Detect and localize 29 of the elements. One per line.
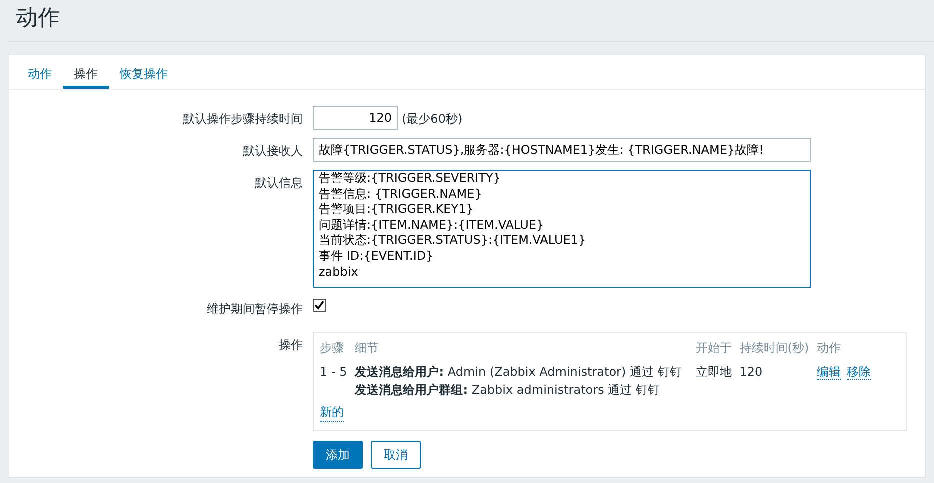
field-label: 默认操作步骤持续时间 (182, 111, 303, 128)
duration-input[interactable]: 120 (313, 106, 398, 130)
field-label: 默认信息 (254, 175, 303, 192)
column-header: 持续时间(秒) (740, 339, 818, 363)
column-header: 开始于 (696, 339, 740, 363)
tab[interactable]: 恢复操作 (109, 55, 179, 89)
new-link[interactable]: 新的 (320, 403, 344, 422)
cancel-button[interactable]: 取消 (371, 441, 421, 469)
column-header: 细节 (355, 339, 696, 363)
step-cell: 1 - 5 (320, 363, 356, 399)
field-label: 默认接收人 (242, 143, 303, 160)
field-label: 维护期间暂停操作 (206, 301, 303, 318)
subject-input[interactable]: 故障{TRIGGER.STATUS},服务器:{HOSTNAME1}发生: {TRIGGER.NAME}故障! (313, 138, 811, 162)
detail-text: 发送消息给用户群组: Zabbix administrators 通过 钉钉 (355, 382, 661, 399)
field-label: 操作 (278, 337, 303, 354)
detail-text: 发送消息给用户: Admin (Zabbix Administrator) 通过 钉钉 (355, 364, 682, 381)
duration-cell: 120 (740, 363, 818, 399)
hint-text: (最少60秒) (402, 111, 463, 128)
tab[interactable]: 动作 (17, 55, 63, 89)
tab[interactable]: 操作 (63, 55, 109, 89)
action-link[interactable]: 移除 (847, 365, 872, 380)
message-textarea[interactable]: 告警等级:{TRIGGER.SEVERITY} 告警信息: {TRIGGER.NAME} 告警项目:{TRIGGER.KEY1} 问题详情:{ITEM.NAME}:{ITEM.VALUE} 当前状态:{TRIGGER.STATUS}:{ITEM.VALUE1} 事件 ID:{EVENT.ID} zabbix (313, 170, 811, 288)
column-header: 步骤 (320, 339, 356, 363)
action-link[interactable]: 编辑 (817, 365, 842, 380)
start-cell-text: 立即地 (696, 364, 733, 381)
page-title: 动作 (8, 0, 934, 42)
checkbox[interactable] (313, 299, 326, 312)
column-header: 动作 (817, 340, 842, 357)
add-button[interactable]: 添加 (313, 441, 363, 469)
